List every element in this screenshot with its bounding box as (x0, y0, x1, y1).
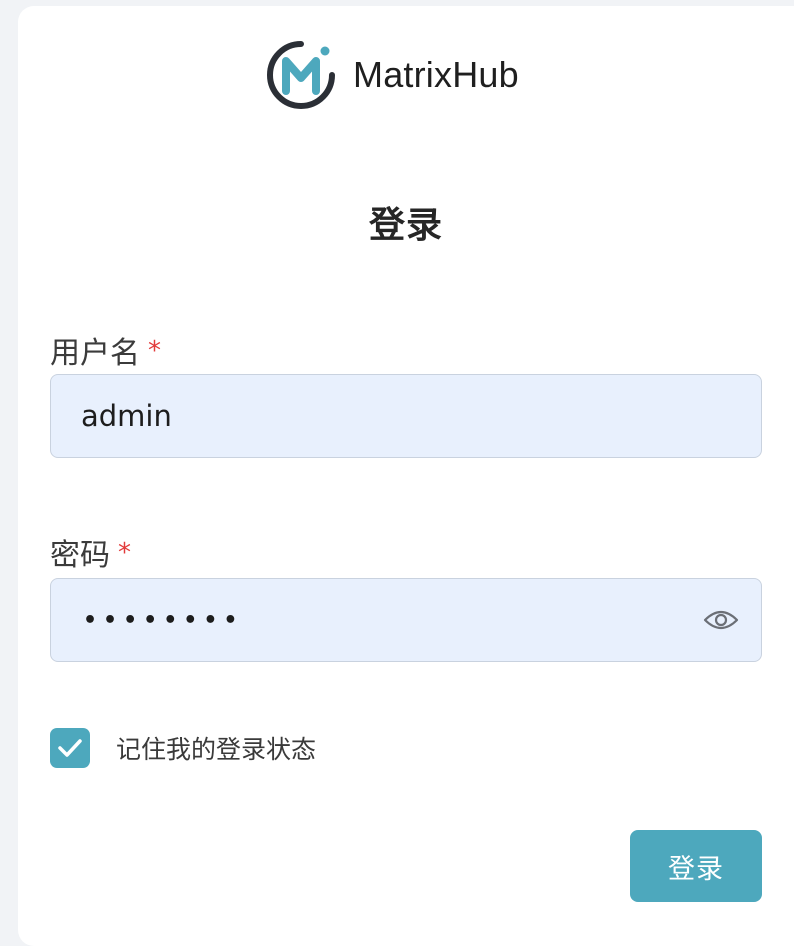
brand-name: MatrixHub (353, 54, 519, 95)
brand-header: MatrixHub (265, 34, 519, 116)
password-field[interactable]: •••••••• (50, 578, 762, 662)
username-input[interactable] (81, 375, 681, 457)
password-visibility-toggle[interactable] (703, 605, 739, 635)
checkmark-icon (58, 739, 82, 757)
login-card: MatrixHub 登录 用户名* 密码* •••••••• 记住我的登录状态 … (18, 6, 794, 946)
username-label: 用户名 * (50, 328, 161, 372)
password-required-mark: * (118, 538, 131, 568)
password-input[interactable]: •••••••• (83, 579, 244, 661)
eye-icon (703, 610, 739, 630)
remember-me-checkbox[interactable] (50, 728, 90, 768)
matrixhub-logo-icon (267, 41, 335, 109)
login-submit-button[interactable]: 登录 (630, 830, 762, 902)
page-title: 登录 (368, 205, 443, 246)
remember-me-row: 记住我的登录状态 (50, 726, 316, 770)
username-field[interactable] (50, 374, 762, 458)
password-label: 密码 * (50, 530, 131, 574)
remember-me-label[interactable]: 记住我的登录状态 (116, 730, 316, 766)
password-label-text: 密码 (50, 538, 110, 573)
username-required-mark: * (148, 336, 161, 366)
username-label-text: 用户名 (50, 336, 140, 371)
